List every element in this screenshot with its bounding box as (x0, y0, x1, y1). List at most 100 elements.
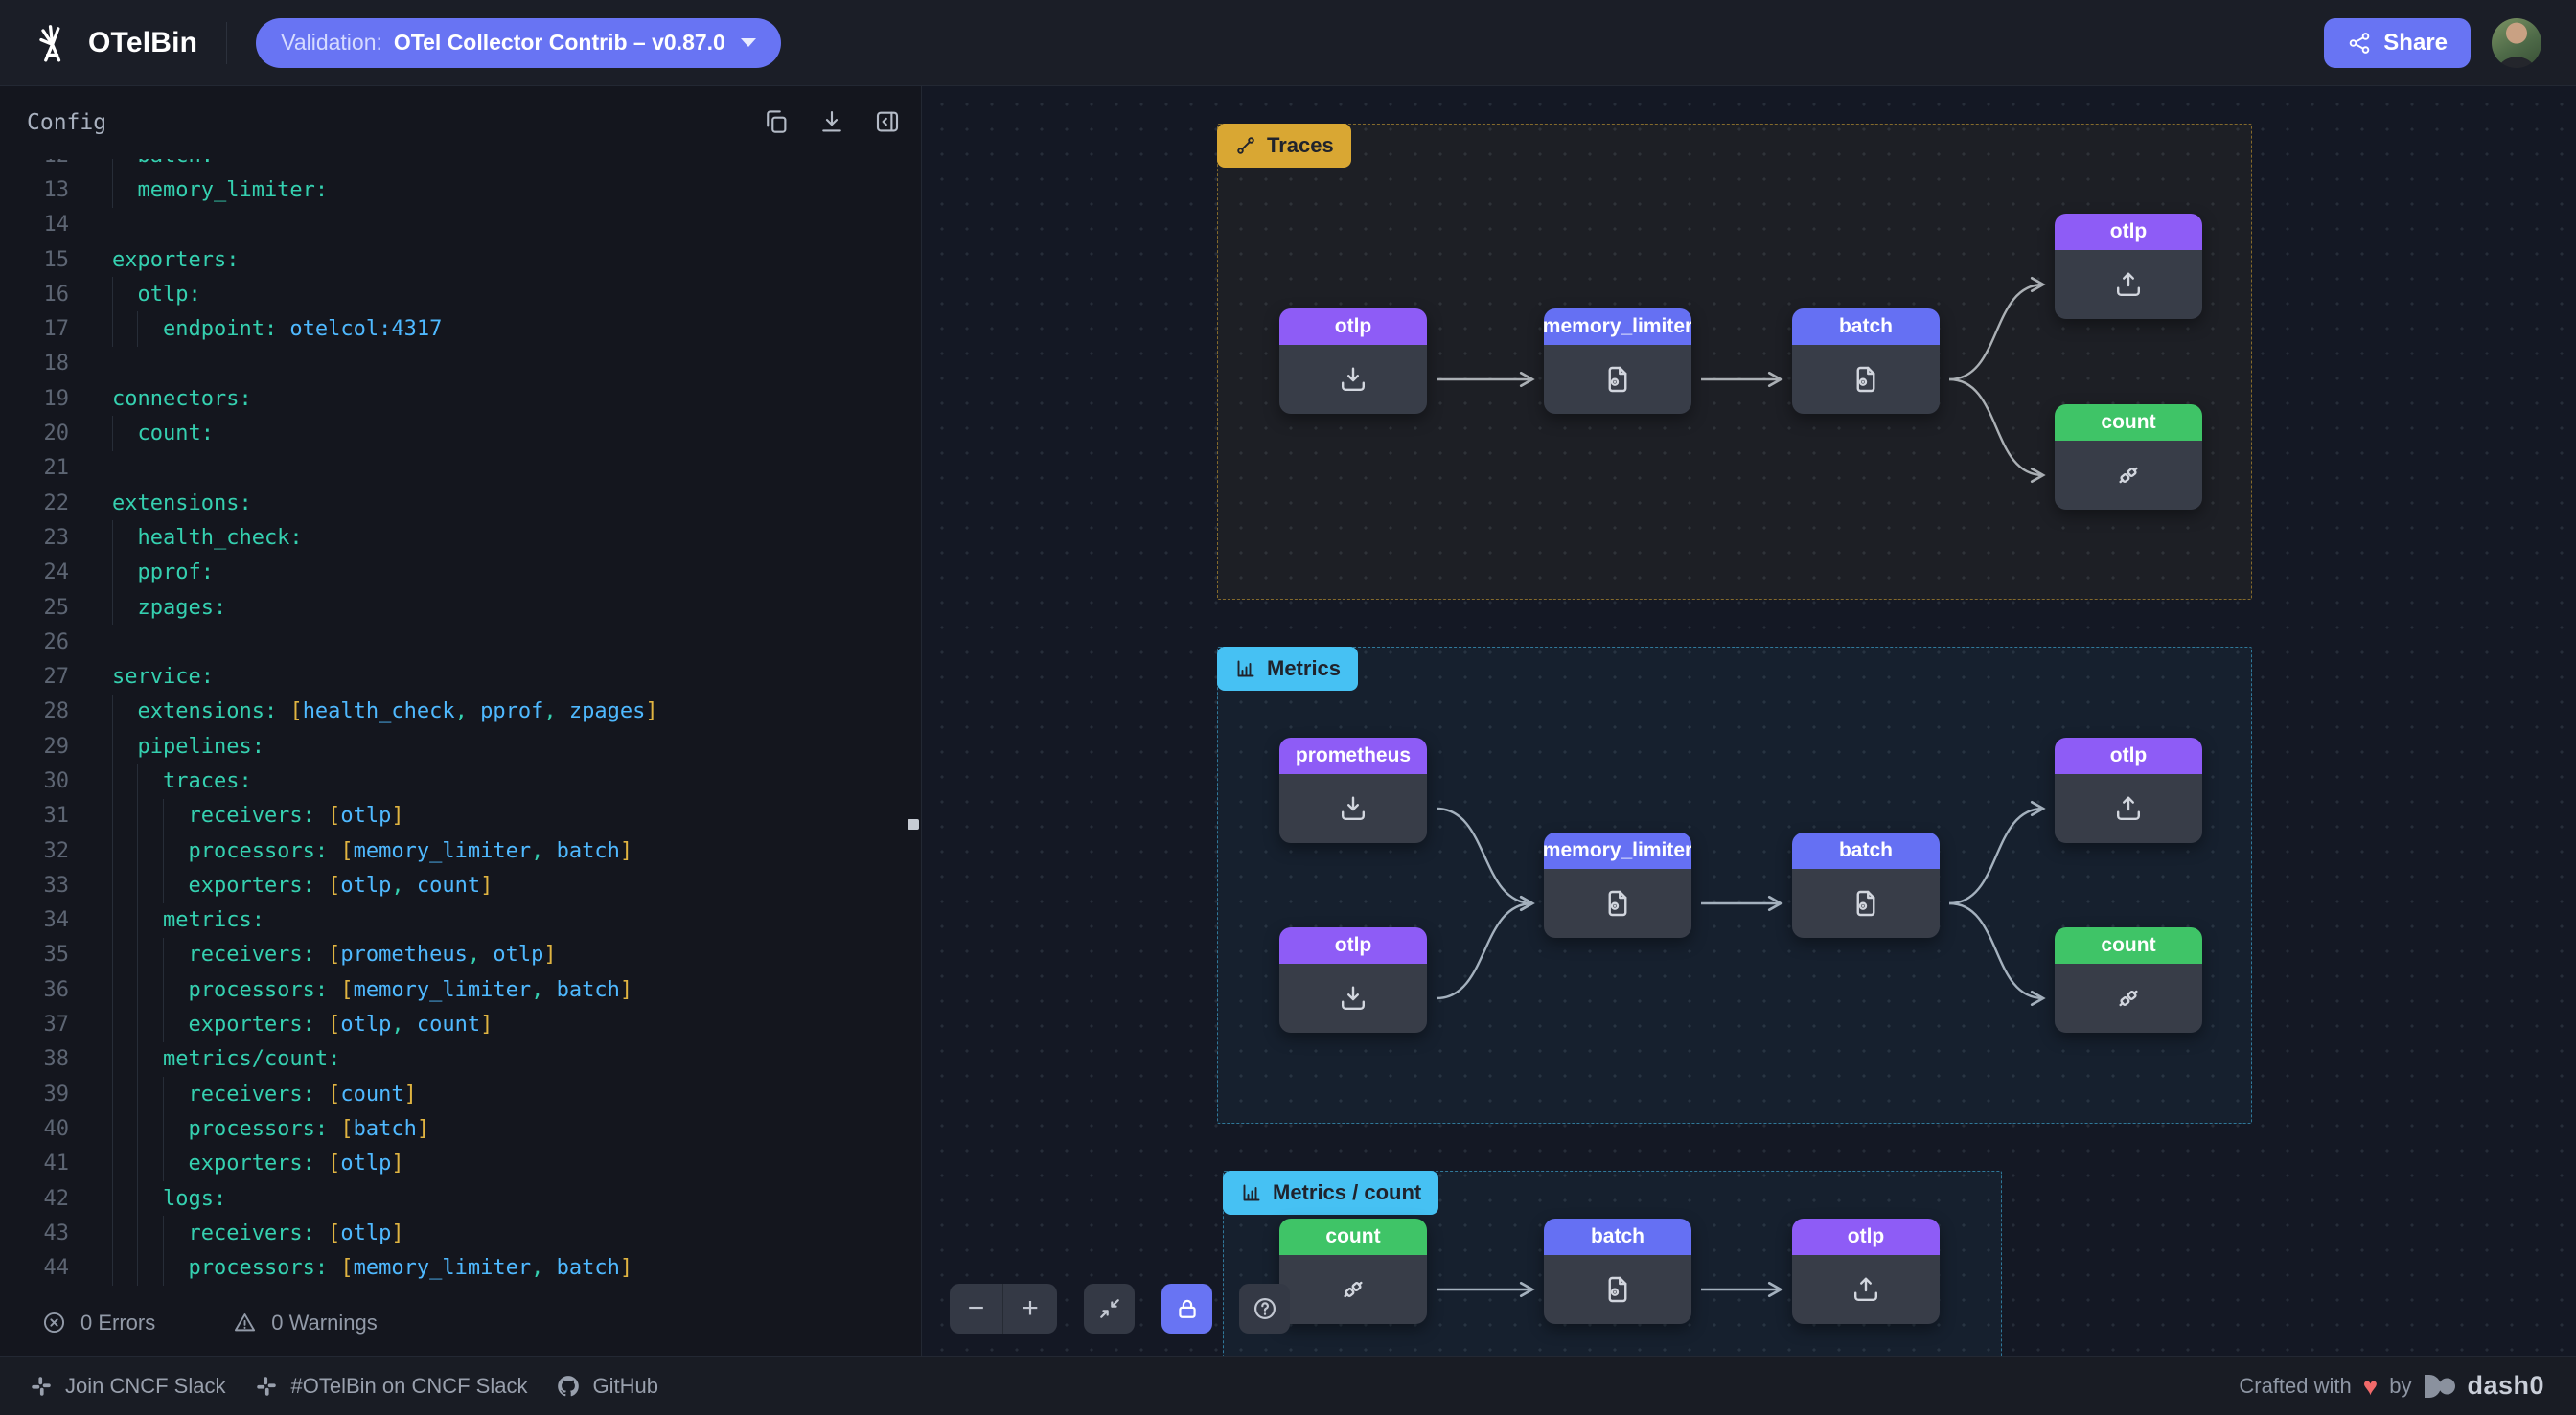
indent-guide (137, 764, 138, 798)
code-line[interactable]: 21 (0, 451, 921, 486)
line-number: 41 (0, 1152, 69, 1175)
code-line[interactable]: 18 (0, 347, 921, 381)
indent-guide (112, 159, 113, 172)
group-label-text: Traces (1267, 133, 1334, 158)
node-body (1792, 345, 1940, 414)
download-config-button[interactable] (816, 106, 848, 139)
connector-icon (2111, 458, 2146, 492)
node-label: otlp (1792, 1219, 1940, 1255)
lock-button[interactable] (1162, 1284, 1212, 1334)
code-line[interactable]: 23 health_check: (0, 520, 921, 555)
editor-scrollbar[interactable] (908, 819, 919, 830)
code-line-text: batch: (112, 159, 214, 172)
code-line[interactable]: 31 receivers: [otlp] (0, 799, 921, 833)
code-line[interactable]: 16 otlp: (0, 277, 921, 311)
code-line[interactable]: 33 exporters: [otlp, count] (0, 868, 921, 902)
code-line[interactable]: 38 metrics/count: (0, 1042, 921, 1077)
code-line-text: memory_limiter: (112, 172, 328, 207)
github-icon (556, 1374, 581, 1399)
code-line[interactable]: 44 processors: [memory_limiter, batch] (0, 1251, 921, 1286)
group-label[interactable]: Metrics / count (1223, 1171, 1438, 1215)
code-line[interactable]: 42 logs: (0, 1181, 921, 1216)
code-line[interactable]: 25 zpages: (0, 590, 921, 625)
code-line[interactable]: 41 exporters: [otlp] (0, 1147, 921, 1181)
pipeline-node-batch[interactable]: batch (1792, 308, 1940, 414)
code-area[interactable]: 12 batch:13 memory_limiter:1415exporters… (0, 159, 921, 1289)
dash0-logo-icon (2423, 1372, 2455, 1401)
pipeline-node-prometheus[interactable]: prometheus (1279, 738, 1427, 843)
code-line[interactable]: 30 traces: (0, 764, 921, 798)
group-label[interactable]: Metrics (1217, 647, 1358, 691)
fit-view-button[interactable] (1084, 1284, 1135, 1334)
copy-config-button[interactable] (760, 106, 793, 139)
footer-link-github[interactable]: GitHub (556, 1374, 657, 1399)
code-line-text: pipelines: (112, 729, 264, 764)
code-line[interactable]: 19connectors: (0, 381, 921, 416)
code-line[interactable]: 43 receivers: [otlp] (0, 1216, 921, 1250)
pipeline-node-batch[interactable]: batch (1544, 1219, 1691, 1324)
code-line[interactable]: 13 memory_limiter: (0, 172, 921, 207)
code-line[interactable]: 15exporters: (0, 242, 921, 277)
code-line-text: health_check: (112, 520, 303, 555)
code-line[interactable]: 29 pipelines: (0, 729, 921, 764)
code-line-text: traces: (112, 764, 252, 798)
code-line[interactable]: 37 exporters: [otlp, count] (0, 1007, 921, 1041)
code-line[interactable]: 26 (0, 625, 921, 659)
indent-guide (112, 1181, 113, 1216)
code-line[interactable]: 24 pprof: (0, 556, 921, 590)
pipeline-node-memory_limiter[interactable]: memory_limiter (1544, 833, 1691, 938)
zoom-out-button[interactable]: − (950, 1284, 1003, 1334)
share-button[interactable]: Share (2324, 18, 2471, 68)
code-line[interactable]: 35 receivers: [prometheus, otlp] (0, 938, 921, 972)
code-line[interactable]: 36 processors: [memory_limiter, batch] (0, 972, 921, 1007)
code-line[interactable]: 40 processors: [batch] (0, 1111, 921, 1146)
code-line[interactable]: 32 processors: [memory_limiter, batch] (0, 833, 921, 868)
group-label[interactable]: Traces (1217, 124, 1351, 168)
avatar[interactable] (2492, 18, 2542, 68)
code-line[interactable]: 17 endpoint: otelcol:4317 (0, 311, 921, 346)
code-line[interactable]: 14 (0, 208, 921, 242)
code-line-text: exporters: (112, 242, 239, 277)
panel-title: Config (27, 110, 106, 135)
pipeline-node-memory_limiter[interactable]: memory_limiter (1544, 308, 1691, 414)
code-line[interactable]: 20 count: (0, 416, 921, 450)
node-body (1279, 1255, 1427, 1324)
indent-guide (112, 416, 113, 450)
pipeline-node-otlp[interactable]: otlp (1279, 927, 1427, 1033)
validation-selector[interactable]: Validation: OTel Collector Contrib – v0.… (256, 18, 781, 68)
code-line-text: receivers: [count] (112, 1077, 417, 1111)
line-number: 36 (0, 978, 69, 1002)
pipeline-node-batch[interactable]: batch (1792, 833, 1940, 938)
footer-link-join-cncf-slack[interactable]: Join CNCF Slack (29, 1374, 225, 1399)
validation-statusbar: 0 Errors 0 Warnings (0, 1289, 921, 1356)
pipeline-node-count[interactable]: count (2055, 404, 2202, 510)
help-button[interactable] (1239, 1284, 1290, 1334)
pipeline-node-otlp[interactable]: otlp (2055, 738, 2202, 843)
code-line[interactable]: 34 metrics: (0, 903, 921, 938)
footer-link-otelbin-slack[interactable]: #OTelBin on CNCF Slack (254, 1374, 527, 1399)
pipeline-node-count[interactable]: count (2055, 927, 2202, 1033)
code-line[interactable]: 22extensions: (0, 486, 921, 520)
code-line-text: otlp: (112, 277, 201, 311)
code-line[interactable]: 12 batch: (0, 159, 921, 172)
pipeline-canvas[interactable]: Traces Metrics Metrics / count otlp memory_… (922, 86, 2576, 1356)
pipeline-node-otlp[interactable]: otlp (1792, 1219, 1940, 1324)
pipeline-node-count[interactable]: count (1279, 1219, 1427, 1324)
code-line[interactable]: 39 receivers: [count] (0, 1077, 921, 1111)
node-label: count (1279, 1219, 1427, 1255)
connector-icon (1336, 1272, 1370, 1307)
pipeline-node-otlp[interactable]: otlp (1279, 308, 1427, 414)
zoom-in-button[interactable]: + (1003, 1284, 1057, 1334)
node-body (1279, 774, 1427, 843)
line-number: 13 (0, 178, 69, 202)
code-line[interactable]: 28 extensions: [health_check, pprof, zpa… (0, 695, 921, 729)
line-number: 24 (0, 560, 69, 584)
collapse-panel-button[interactable] (871, 106, 904, 139)
code-line[interactable]: 27service: (0, 659, 921, 694)
error-circle-icon (41, 1310, 67, 1335)
line-number: 39 (0, 1083, 69, 1107)
pipeline-node-otlp[interactable]: otlp (2055, 214, 2202, 319)
indent-guide (112, 172, 113, 207)
indent-guide (112, 1251, 113, 1286)
node-body (1544, 345, 1691, 414)
